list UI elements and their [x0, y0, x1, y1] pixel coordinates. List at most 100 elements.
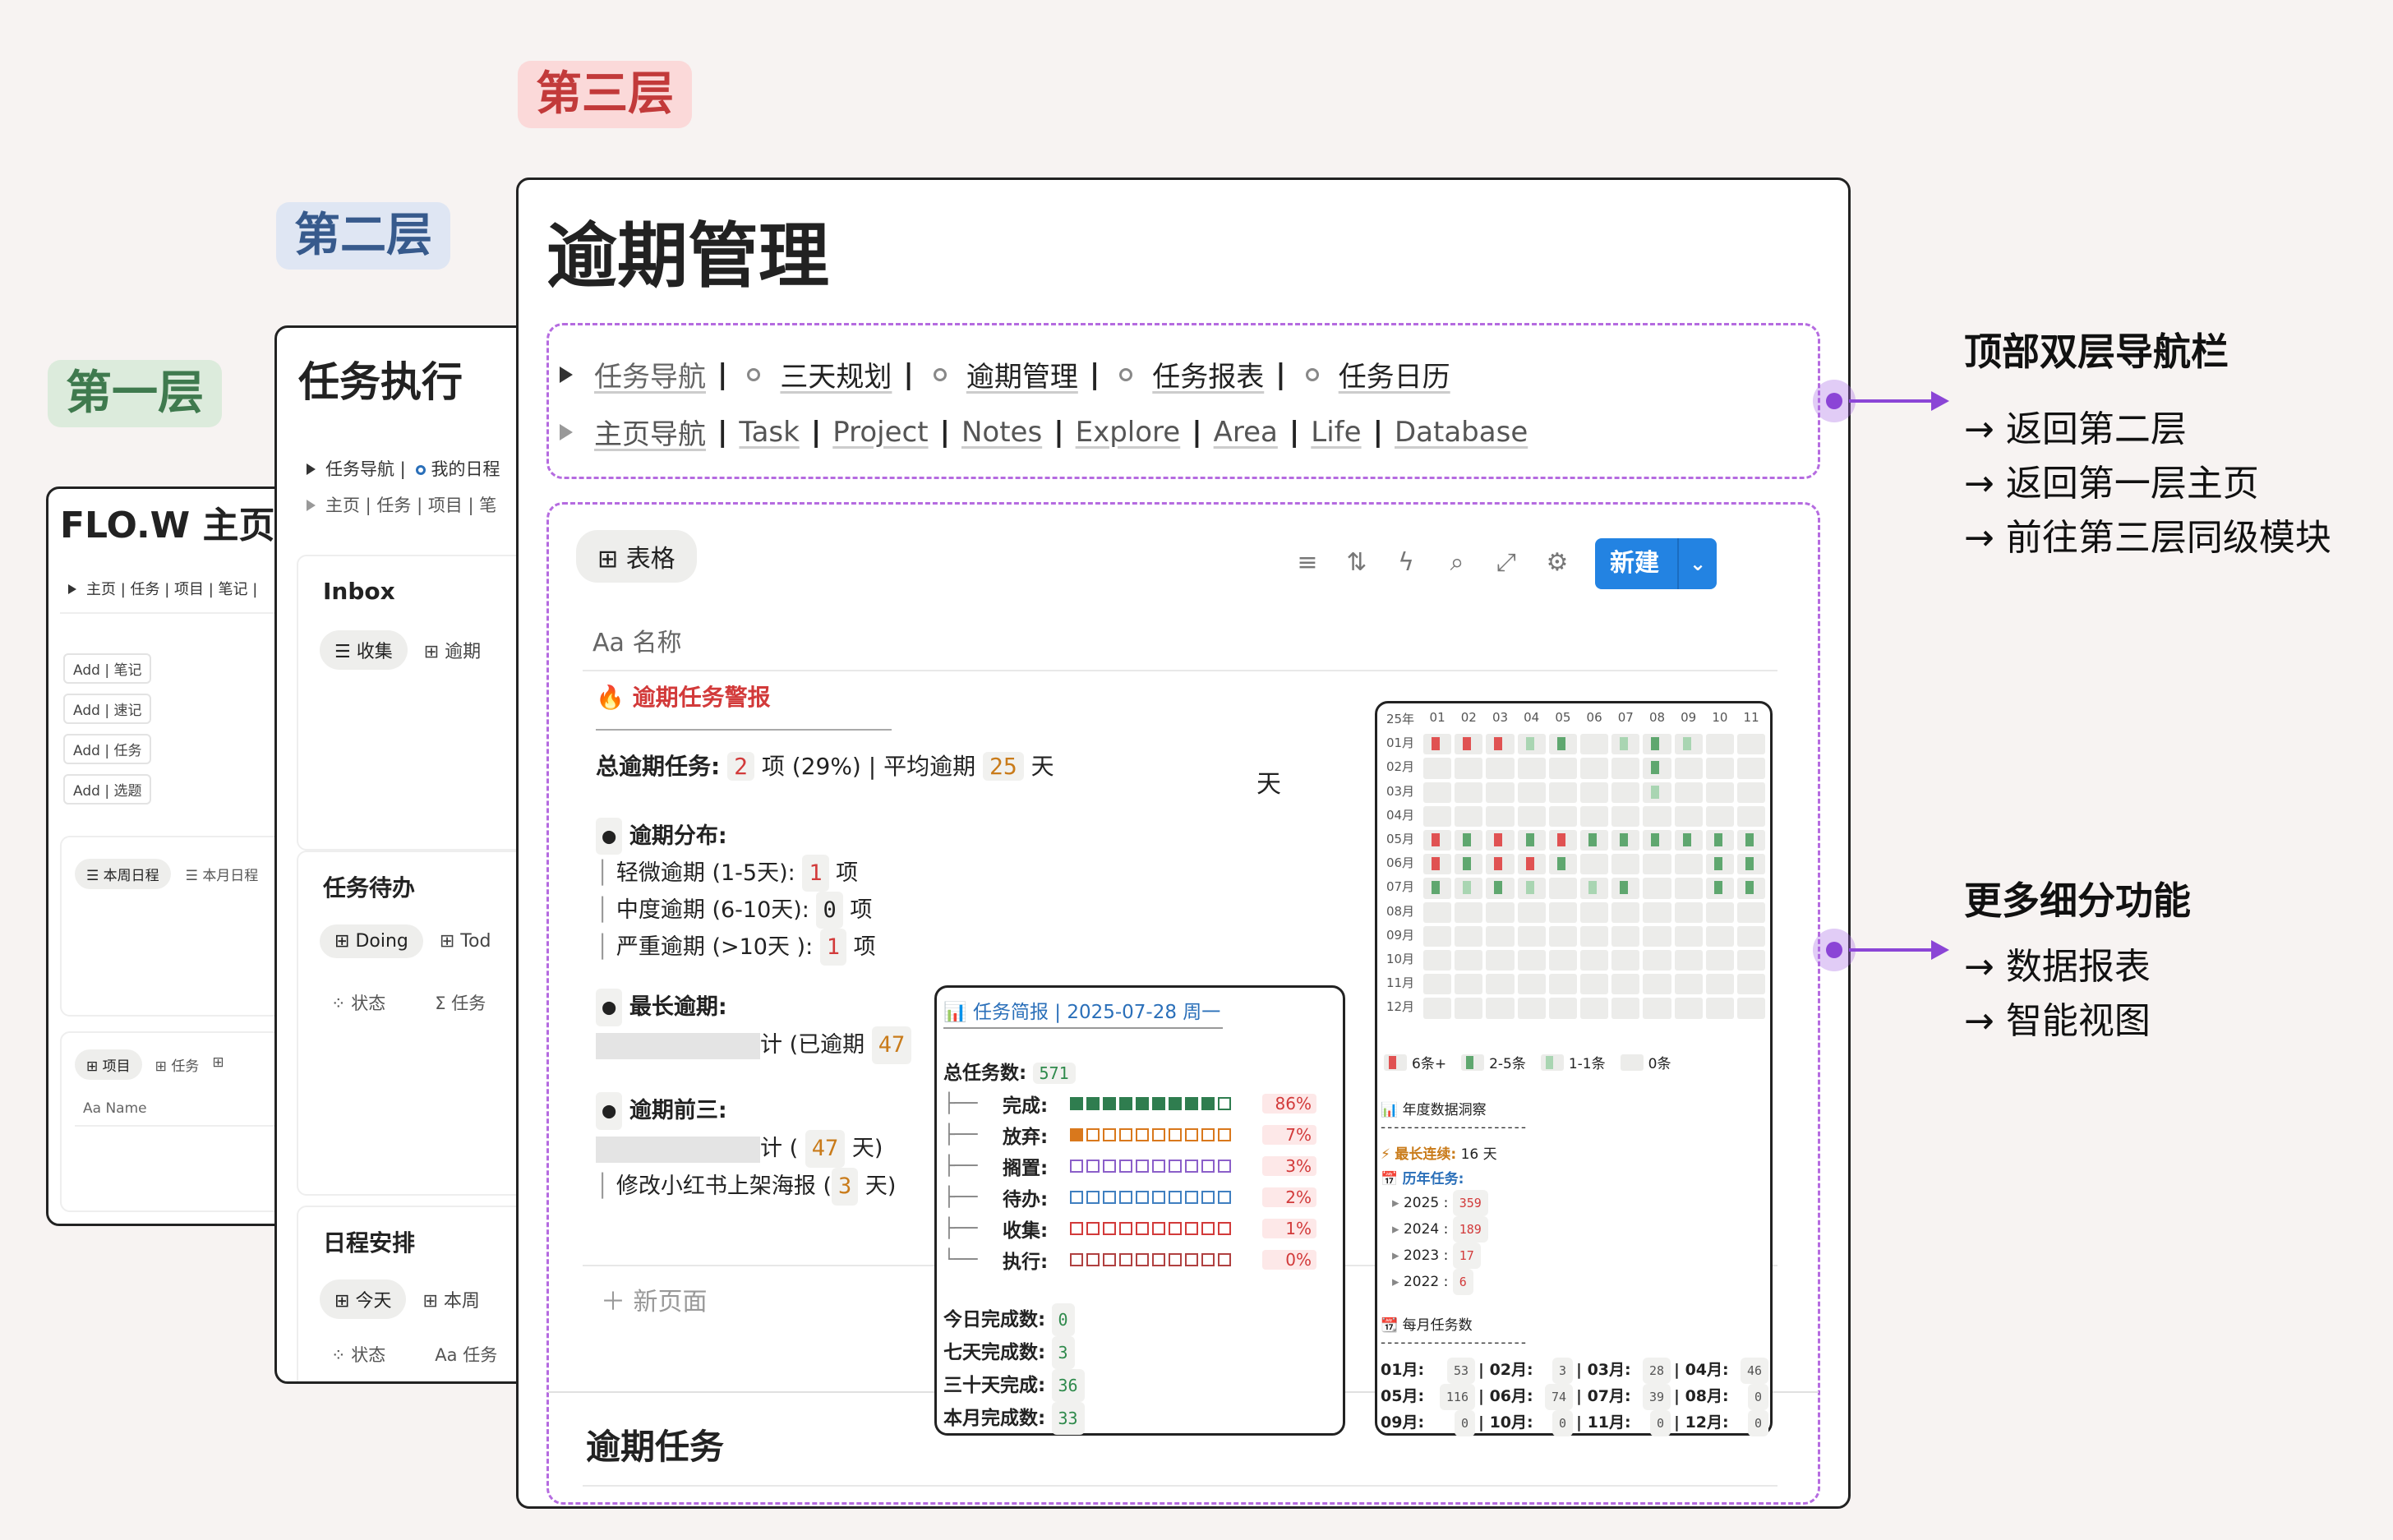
task-property: Σ 任务 [435, 994, 486, 1013]
view-tab-collect[interactable]: ☰ 收集 [320, 630, 408, 670]
view-tab-monthly[interactable]: ☰ 本月日程 [186, 859, 259, 889]
nav-home[interactable]: 主页导航 [594, 412, 706, 452]
add-topic-button[interactable]: Add | 选题 [63, 774, 152, 805]
nav-report[interactable]: 任务报表 [1152, 354, 1264, 394]
view-tab-doing[interactable]: ⊞ Doing [320, 924, 423, 958]
view-tab-today[interactable]: ⊞ 今天 [320, 1279, 407, 1319]
view-tab-overdue[interactable]: ⊞ 逾期 [424, 630, 481, 670]
flow-home-nav-label: 主页 | 任务 | 项目 | 笔记 | [86, 581, 258, 598]
settings-icon[interactable]: ⚙ [1541, 546, 1574, 579]
heatmap-cell [1737, 782, 1766, 803]
task-nav-row1[interactable]: 任务导航 | 我的日程 [307, 456, 500, 481]
heatmap-col-label: 04 [1524, 710, 1540, 725]
heatmap-cell [1611, 758, 1640, 779]
nav-area[interactable]: Area [1214, 416, 1278, 449]
insight-title: 年度数据洞察 [1402, 1102, 1487, 1118]
heatmap-cell [1517, 854, 1546, 875]
heatmap-cell [1705, 734, 1734, 755]
heatmap-cell [1643, 830, 1671, 851]
add-task-button[interactable]: Add | 任务 [63, 734, 152, 764]
heatmap-cell [1705, 878, 1734, 899]
heatmap-cell [1517, 950, 1546, 971]
nav-toggle-icon[interactable] [560, 366, 573, 383]
month-count: 09月: 0 [1381, 1410, 1478, 1436]
heatmap-cell [1423, 854, 1452, 875]
chevron-down-icon[interactable]: ⌄ [1677, 538, 1717, 589]
heatmap-cell [1580, 925, 1609, 947]
heatmap-cell [1455, 974, 1483, 995]
heatmap-cell [1548, 974, 1577, 995]
nav-explore[interactable]: Explore [1076, 416, 1181, 449]
year-count-row: ▸ 2023 : 17 [1392, 1243, 1488, 1269]
automation-icon[interactable]: ϟ [1390, 546, 1422, 579]
view-tab-table[interactable]: ⊞ 表格 [576, 530, 697, 583]
heatmap-row-label: 10月 [1386, 952, 1415, 966]
heatmap-cell [1580, 805, 1609, 827]
heatmap-cell [1737, 950, 1766, 971]
new-button[interactable]: 新建 ⌄ [1595, 538, 1717, 589]
view-tab-todo[interactable]: ⊞ Tod [440, 924, 491, 958]
heatmap-cell [1705, 758, 1734, 779]
heatmap-row-label: 01月 [1386, 735, 1415, 751]
add-memo-button[interactable]: Add | 速记 [63, 694, 152, 724]
nav-annotation-title: 顶部双层导航栏 [1964, 330, 2229, 374]
heatmap-cell [1580, 782, 1609, 803]
nav-task-home[interactable]: 任务导航 [594, 354, 706, 394]
heatmap-cell [1643, 925, 1671, 947]
nav-calendar[interactable]: 任务日历 [1339, 354, 1450, 394]
heatmap-cell [1705, 805, 1734, 827]
features-annotation-title: 更多细分功能 [1964, 878, 2191, 923]
circle-icon [933, 367, 947, 381]
heatmap-cell [1517, 805, 1546, 827]
heatmap-row-label: 12月 [1386, 999, 1415, 1015]
heatmap-col-label: 01 [1429, 710, 1445, 725]
filter-icon[interactable]: ≡ [1291, 546, 1324, 579]
expand-icon[interactable]: ⤢ [1490, 546, 1523, 579]
heatmap-cell [1423, 805, 1452, 827]
add-note-button[interactable]: Add | 笔记 [63, 653, 152, 684]
heatmap-col-label: 06 [1586, 710, 1602, 725]
month-count: 05月: 116 [1381, 1384, 1478, 1410]
nav-toggle-icon[interactable] [560, 423, 573, 440]
month-count: | 10月: 0 [1478, 1410, 1576, 1436]
month-count: 01月: 53 [1381, 1358, 1478, 1384]
new-page-button[interactable]: ＋ 新页面 [601, 1281, 708, 1317]
heatmap-cell [1486, 901, 1515, 923]
view-tab-weekly[interactable]: ☰ 本周日程 [75, 859, 171, 889]
nav-life[interactable]: Life [1311, 416, 1361, 449]
nav-database[interactable]: Database [1395, 416, 1528, 449]
heatmap-cell [1705, 925, 1734, 947]
view-tab-projects[interactable]: ⊞ 项目 [75, 1049, 142, 1080]
heatmap-cell [1674, 878, 1703, 899]
name-column-header: Aa Name [83, 1100, 147, 1117]
heatmap-cell [1548, 925, 1577, 947]
task-nav-row2[interactable]: 主页 | 任务 | 项目 | 笔 [307, 492, 496, 517]
nav-task[interactable]: Task [739, 416, 799, 449]
layer-tag-third: 第三层 [518, 61, 692, 128]
search-icon[interactable]: ⌕ [1441, 546, 1473, 579]
todo-title: 任务待办 [323, 874, 416, 901]
sort-icon[interactable]: ⇅ [1340, 546, 1373, 579]
inbox-title: Inbox [323, 578, 395, 605]
heatmap-cell [1517, 830, 1546, 851]
heatmap-cell [1674, 925, 1703, 947]
heatmap-cell [1423, 758, 1452, 779]
overdue-distribution: ● 逾期分布: │ 轻微逾期 (1-5天): 1 项 │ 中度逾期 (6-10天… [596, 818, 876, 966]
heatmap-cell [1486, 805, 1515, 827]
view-tab-week[interactable]: ⊞ 本周 [422, 1279, 479, 1319]
view-tab-tasks[interactable]: ⊞ 任务 [155, 1049, 200, 1080]
new-button-label: 新建 [1610, 549, 1659, 578]
heatmap-cell [1580, 830, 1609, 851]
heatmap-legend-item: 1-1条 [1540, 1052, 1606, 1072]
heatmap-row-label: 06月 [1386, 855, 1415, 871]
heatmap-cell [1643, 854, 1671, 875]
flow-home-nav[interactable]: 主页 | 任务 | 项目 | 笔记 | [68, 578, 257, 599]
nav-project[interactable]: Project [832, 416, 928, 449]
nav-overdue[interactable]: 逾期管理 [966, 354, 1078, 394]
heatmap-cell [1611, 901, 1640, 923]
nav-notes[interactable]: Notes [961, 416, 1042, 449]
heatmap-cell [1705, 830, 1734, 851]
heatmap-cell [1455, 734, 1483, 755]
nav-three-day[interactable]: 三天规划 [780, 354, 892, 394]
heatmap-cell [1455, 830, 1483, 851]
